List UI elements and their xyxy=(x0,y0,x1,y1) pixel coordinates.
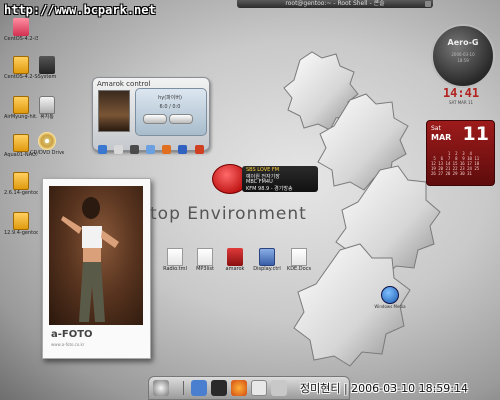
file-manager-icon[interactable] xyxy=(251,380,267,396)
document-icon xyxy=(197,248,213,266)
datetime-text: 정미현티 | 2006-03-10 18:59:14 xyxy=(300,382,469,395)
folder-icon xyxy=(13,212,29,230)
photo-image xyxy=(49,186,143,325)
settings-icon[interactable] xyxy=(271,380,287,396)
file-icon-radio[interactable]: Radio.tml xyxy=(158,248,192,272)
windows-media-icon-item[interactable]: Windows Media xyxy=(372,286,408,309)
calendar-day: 11 xyxy=(462,123,489,145)
radio-line4: KFM 98.9 - 경기방송 xyxy=(246,186,293,192)
model-figure xyxy=(61,197,119,322)
folder-icon xyxy=(13,96,29,114)
desktop-icon-system[interactable]: System xyxy=(30,56,64,80)
kde-menu-icon[interactable] xyxy=(153,380,169,396)
clock-date: SAT MAR 11 xyxy=(448,100,474,105)
folder-icon xyxy=(13,172,29,190)
desktop-icon-gentoo-r1[interactable]: 12.9.4-gentoo-r1 xyxy=(4,212,38,236)
window-title: root@gentoo:~ - Root Shell - 콘솔 xyxy=(285,0,385,7)
trash-icon xyxy=(39,96,55,114)
windows-media-icon xyxy=(381,286,399,304)
desktop-environment-text: top Environment xyxy=(150,204,307,224)
separator xyxy=(183,381,184,395)
calendar-widget[interactable]: Sat MAR 11 1 2 3 4 5 6 7 8 9 10 11 12 13… xyxy=(426,120,495,186)
amarok-title: Amarok control xyxy=(97,80,151,88)
pink-package-icon xyxy=(13,18,29,36)
file-icon-amarok[interactable]: amarok xyxy=(218,248,252,272)
aero-clock-widget: Aero-G 2006-03-10 18:59 xyxy=(431,24,495,88)
monitor-icon xyxy=(259,248,275,266)
play-button[interactable] xyxy=(169,114,193,124)
desktop-icon-gentoo-r5[interactable]: 2.6.14-gentoo-r5 xyxy=(4,172,38,196)
music-icon xyxy=(227,248,243,266)
desktop-icon-cd-dvd[interactable]: CD/DVD Drive xyxy=(30,132,64,156)
folder-icon xyxy=(13,56,29,74)
desktop-icon-centos-bin[interactable]: CentOS-4.2-i386-bin xyxy=(4,18,38,42)
desktop-icon-trash[interactable]: 휴지통 xyxy=(30,96,64,120)
folder-icon xyxy=(13,134,29,152)
digital-clock: 14:41 SAT MAR 11 xyxy=(440,86,482,105)
photo-frame-widget: a-FOTO www.a-foto.co.kr xyxy=(42,178,151,359)
watermark: http://www.bcpark.net xyxy=(4,3,156,17)
file-icon-display[interactable]: Display.ctrl xyxy=(250,248,284,272)
aero-line2: 18:59 xyxy=(457,58,469,63)
clock-time: 14:41 xyxy=(442,86,480,100)
photo-brand: a-FOTO xyxy=(51,329,93,340)
file-icon-mp3list[interactable]: MP3list xyxy=(188,248,222,272)
window-titlebar[interactable]: root@gentoo:~ - Root Shell - 콘솔 xyxy=(237,0,433,8)
prev-button[interactable] xyxy=(143,114,167,124)
aero-line1: 2006-03-10 xyxy=(451,52,475,57)
radio-widget[interactable]: SBS LOVE FM 예이원 전자기장 MBC FM4U KFM 98.9 -… xyxy=(212,164,318,194)
app-icon[interactable] xyxy=(98,145,107,154)
close-icon[interactable] xyxy=(425,1,431,7)
gears-wallpaper xyxy=(283,51,441,367)
app-icon[interactable] xyxy=(146,145,156,154)
file-icon-kde-docs[interactable]: KDE.Docs xyxy=(282,248,316,272)
app-icon[interactable] xyxy=(194,145,204,154)
quicklaunch-row xyxy=(98,139,210,154)
laptop-icon xyxy=(39,56,55,74)
app-icon[interactable] xyxy=(162,145,172,154)
app-icon[interactable] xyxy=(114,145,124,154)
amarok-track: hy(파이버) xyxy=(158,95,182,101)
document-icon xyxy=(291,248,307,266)
photo-caption: www.a-foto.co.kr xyxy=(51,342,85,347)
document-icon xyxy=(167,248,183,266)
calendar-month: MAR xyxy=(431,133,452,142)
aero-name: Aero-G xyxy=(447,38,479,47)
album-art xyxy=(98,90,130,132)
app-icon[interactable] xyxy=(130,145,140,154)
app-icon[interactable] xyxy=(178,145,188,154)
amarok-time: 6:0 / 0:0 xyxy=(159,104,181,110)
cd-icon xyxy=(38,132,56,150)
firefox-icon[interactable] xyxy=(231,380,247,396)
browser-icon[interactable] xyxy=(191,380,207,396)
terminal-icon[interactable] xyxy=(211,380,227,396)
calendar-weekday: Sat xyxy=(431,125,441,132)
calendar-grid: 1 2 3 4 5 6 7 8 9 10 11 12 13 14 15 16 1… xyxy=(431,151,480,176)
